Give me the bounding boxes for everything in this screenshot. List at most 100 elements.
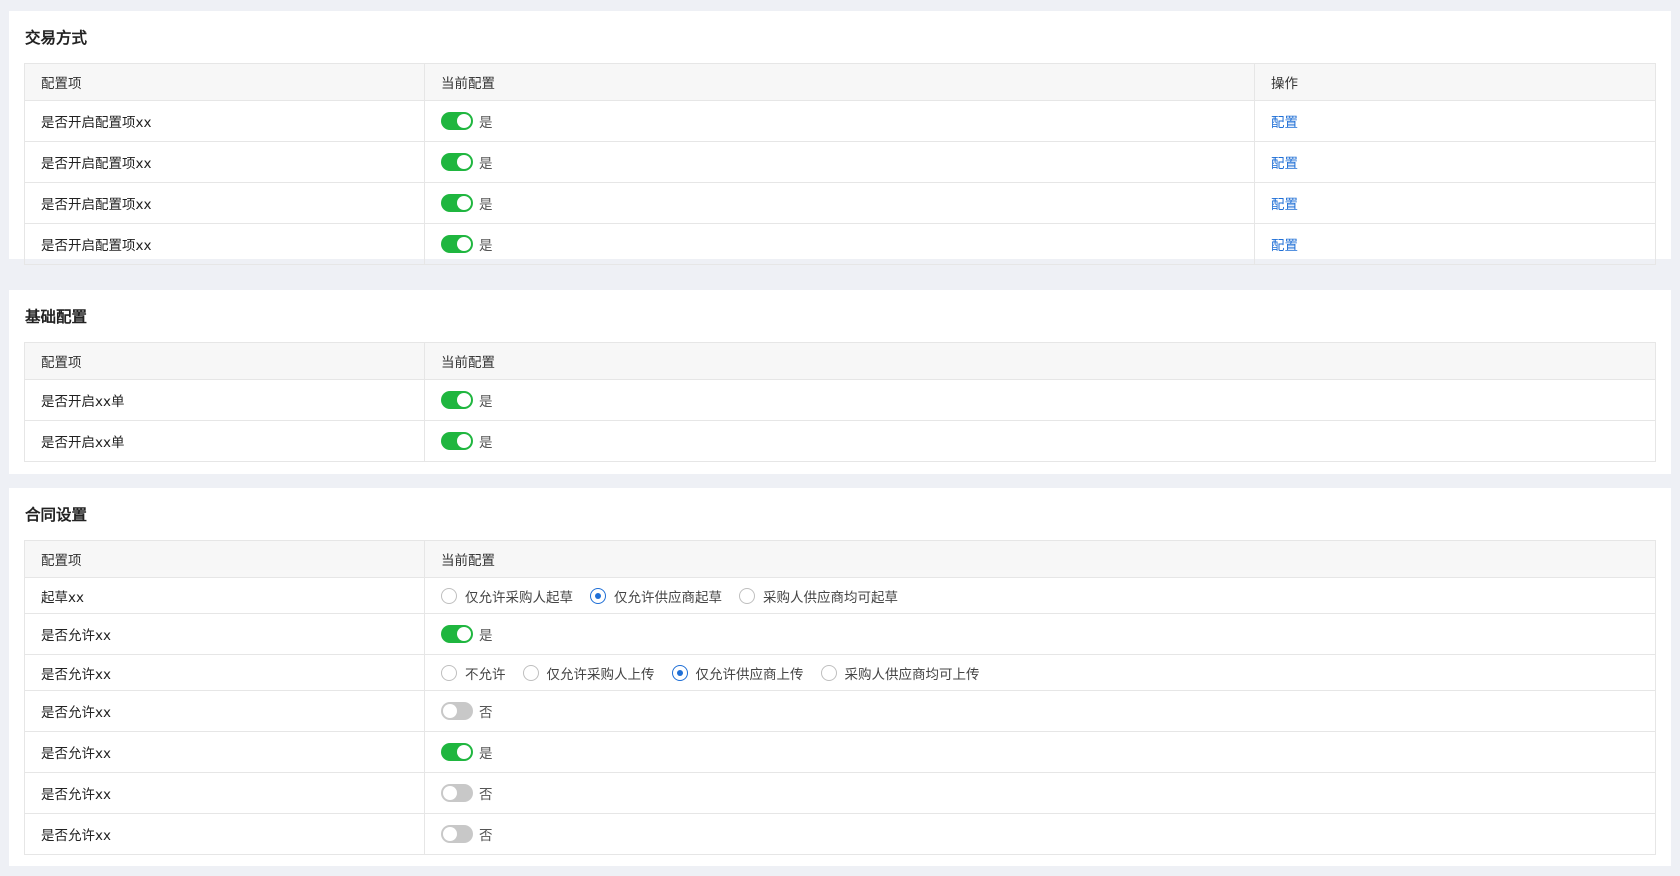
switch-field: 否	[441, 824, 1639, 844]
radio-button[interactable]	[441, 664, 457, 681]
trade-section: 交易方式 配置项 当前配置 操作 是否开启配置项xx 是 配置 是否开启配置项x…	[9, 11, 1671, 265]
row-label: 是否开启配置项xx	[24, 223, 425, 265]
toggle-switch[interactable]	[441, 743, 473, 761]
switch-knob	[457, 627, 471, 641]
column-header-key: 配置项	[24, 540, 425, 578]
switch-state-label: 是	[479, 197, 493, 213]
radio-button[interactable]	[671, 664, 688, 681]
toggle-switch[interactable]	[441, 784, 473, 802]
toggle-switch[interactable]	[441, 625, 473, 643]
radio-option[interactable]: 采购人供应商均可起草	[739, 586, 898, 606]
contract-table: 配置项 当前配置 起草xx 仅允许采购人起草 仅允许供应商起草 采购人供应商均可…	[24, 540, 1656, 855]
table-header-row: 配置项 当前配置	[24, 540, 1656, 578]
config-link[interactable]: 配置	[1271, 115, 1298, 131]
table-row: 是否允许xx 是	[24, 613, 1656, 655]
table-row: 是否允许xx 否	[24, 690, 1656, 732]
switch-field: 是	[441, 193, 1238, 213]
switch-knob	[443, 786, 457, 800]
switch-field: 否	[441, 701, 1639, 721]
row-label: 是否开启xx单	[24, 420, 425, 462]
column-header-current: 当前配置	[424, 342, 1656, 380]
switch-knob	[443, 704, 457, 718]
radio-button[interactable]	[590, 587, 606, 604]
radio-option[interactable]: 不允许	[441, 663, 506, 683]
switch-state-label: 否	[479, 787, 493, 803]
switch-field: 否	[441, 783, 1639, 803]
toggle-switch[interactable]	[441, 194, 473, 212]
switch-state-label: 否	[479, 828, 493, 844]
row-label: 是否允许xx	[24, 654, 425, 691]
switch-state-label: 是	[479, 156, 493, 172]
switch-state-label: 是	[479, 238, 493, 254]
row-label: 是否允许xx	[24, 772, 425, 814]
switch-knob	[457, 745, 471, 759]
row-label: 是否开启配置项xx	[24, 141, 425, 183]
column-header-current: 当前配置	[424, 63, 1255, 101]
toggle-switch[interactable]	[441, 825, 473, 843]
table-row: 是否允许xx 不允许 仅允许采购人上传 仅允许供应商上传 采购人供应商均可上传	[24, 654, 1656, 691]
config-link[interactable]: 配置	[1271, 197, 1298, 213]
switch-knob	[457, 393, 471, 407]
row-label: 是否开启xx单	[24, 379, 425, 421]
switch-field: 是	[441, 390, 1639, 410]
table-header-row: 配置项 当前配置	[24, 342, 1656, 380]
row-label: 是否开启配置项xx	[24, 100, 425, 142]
row-label: 是否允许xx	[24, 813, 425, 855]
radio-button[interactable]	[441, 587, 457, 604]
radio-button[interactable]	[739, 587, 755, 604]
config-link[interactable]: 配置	[1271, 156, 1298, 172]
table-row: 是否开启配置项xx 是 配置	[24, 141, 1656, 183]
table-row: 是否开启配置项xx 是 配置	[24, 182, 1656, 224]
radio-option[interactable]: 仅允许供应商上传	[671, 663, 804, 683]
radio-label: 不允许	[465, 666, 506, 683]
basic-section: 基础配置 配置项 当前配置 是否开启xx单 是 是否开启xx单 是	[9, 290, 1671, 474]
switch-knob	[457, 155, 471, 169]
switch-field: 是	[441, 152, 1238, 172]
radio-option[interactable]: 采购人供应商均可上传	[820, 663, 980, 683]
table-row: 是否开启配置项xx 是 配置	[24, 223, 1656, 265]
radio-button[interactable]	[820, 664, 837, 681]
switch-field: 是	[441, 234, 1238, 254]
radio-label: 采购人供应商均可起草	[763, 589, 898, 606]
config-link[interactable]: 配置	[1271, 238, 1298, 254]
column-header-key: 配置项	[24, 342, 425, 380]
radio-option[interactable]: 仅允许供应商起草	[590, 586, 722, 606]
radio-group: 仅允许采购人起草 仅允许供应商起草 采购人供应商均可起草	[441, 586, 1639, 606]
switch-state-label: 是	[479, 115, 493, 131]
contract-section: 合同设置 配置项 当前配置 起草xx 仅允许采购人起草 仅允许供应商起草 采购人…	[9, 488, 1671, 866]
row-label: 是否允许xx	[24, 731, 425, 773]
row-label: 是否开启配置项xx	[24, 182, 425, 224]
switch-state-label: 是	[479, 394, 493, 410]
column-header-op: 操作	[1254, 63, 1656, 101]
toggle-switch[interactable]	[441, 112, 473, 130]
radio-button[interactable]	[522, 664, 539, 681]
switch-knob	[457, 196, 471, 210]
column-header-key: 配置项	[24, 63, 425, 101]
switch-field: 是	[441, 111, 1238, 131]
switch-field: 是	[441, 742, 1639, 762]
switch-knob	[457, 434, 471, 448]
toggle-switch[interactable]	[441, 153, 473, 171]
table-row: 是否开启xx单 是	[24, 420, 1656, 462]
switch-state-label: 是	[479, 746, 493, 762]
column-header-current: 当前配置	[424, 540, 1656, 578]
table-row: 起草xx 仅允许采购人起草 仅允许供应商起草 采购人供应商均可起草	[24, 577, 1656, 614]
section-title: 合同设置	[25, 506, 88, 524]
switch-knob	[443, 827, 457, 841]
radio-group: 不允许 仅允许采购人上传 仅允许供应商上传 采购人供应商均可上传	[441, 663, 1639, 683]
toggle-switch[interactable]	[441, 702, 473, 720]
table-row: 是否开启xx单 是	[24, 379, 1656, 421]
table-header-row: 配置项 当前配置 操作	[24, 63, 1656, 101]
radio-option[interactable]: 仅允许采购人上传	[522, 663, 655, 683]
switch-state-label: 否	[479, 705, 493, 721]
table-row: 是否允许xx 否	[24, 772, 1656, 814]
row-label: 起草xx	[24, 577, 425, 614]
switch-knob	[457, 237, 471, 251]
switch-state-label: 是	[479, 628, 493, 644]
switch-field: 是	[441, 431, 1639, 451]
toggle-switch[interactable]	[441, 432, 473, 450]
toggle-switch[interactable]	[441, 391, 473, 409]
section-title: 基础配置	[25, 308, 88, 326]
radio-option[interactable]: 仅允许采购人起草	[441, 586, 573, 606]
toggle-switch[interactable]	[441, 235, 473, 253]
